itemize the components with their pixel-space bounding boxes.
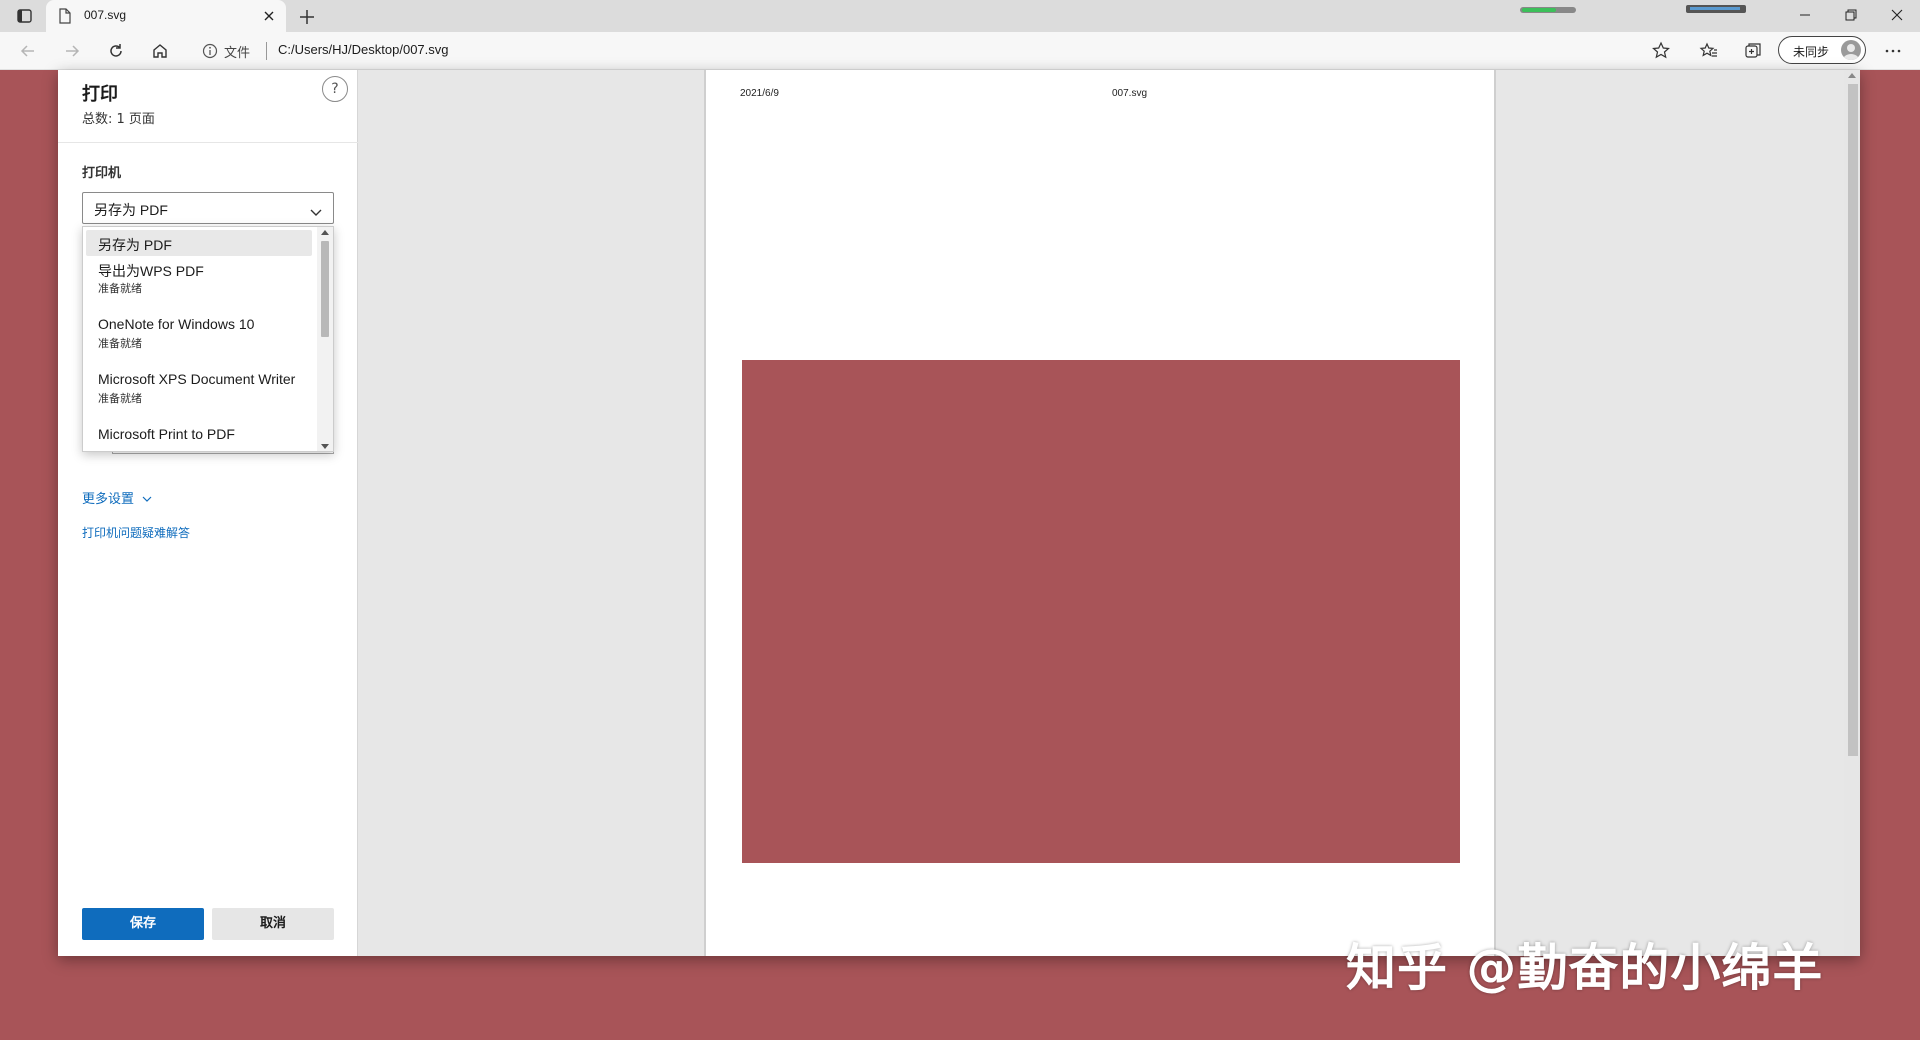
- page-header-filename: 007.svg: [1112, 88, 1148, 99]
- window-close-icon[interactable]: [1874, 0, 1920, 30]
- page-count: 总数: 1 页面: [82, 112, 155, 127]
- print-title: 打印: [82, 84, 118, 105]
- scroll-down-icon[interactable]: [321, 444, 329, 449]
- more-options-icon[interactable]: [1880, 39, 1906, 63]
- avatar-icon: [1841, 40, 1861, 60]
- printer-option[interactable]: Microsoft Print to PDF: [86, 424, 312, 451]
- page-header-date: 2021/6/9: [740, 88, 779, 99]
- forward-icon[interactable]: [60, 39, 84, 63]
- refresh-icon[interactable]: [104, 39, 128, 63]
- address-scheme-label: 文件: [224, 45, 251, 60]
- help-button[interactable]: ?: [322, 76, 348, 102]
- more-settings-link[interactable]: 更多设置: [82, 488, 152, 507]
- printer-option-status: 准备就绪: [98, 392, 142, 405]
- scrollbar-thumb[interactable]: [321, 241, 329, 337]
- tab-close-icon[interactable]: [262, 8, 276, 27]
- printer-select[interactable]: 另存为 PDF: [82, 192, 334, 224]
- address-separator: [266, 42, 267, 60]
- dropdown-scrollbar[interactable]: [317, 227, 333, 451]
- network-indicator: [1520, 0, 1576, 13]
- tab-007-svg[interactable]: 007.svg: [46, 0, 286, 32]
- scroll-up-icon[interactable]: [1848, 73, 1856, 78]
- new-tab-icon[interactable]: [296, 6, 318, 28]
- favorites-icon[interactable]: [1696, 39, 1722, 63]
- scrollbar-thumb[interactable]: [1848, 84, 1858, 756]
- minimize-icon[interactable]: [1782, 0, 1828, 30]
- panel-divider: [58, 142, 358, 143]
- site-info-icon[interactable]: [202, 43, 218, 63]
- tab-actions-icon[interactable]: [12, 6, 36, 26]
- profile-sync-button[interactable]: 未同步: [1778, 36, 1866, 64]
- watermark-text: 知乎 @勤奋的小绵羊: [1346, 939, 1824, 997]
- printer-option-status: 准备就绪: [98, 337, 142, 350]
- printer-select-value: 另存为 PDF: [94, 202, 168, 218]
- home-icon[interactable]: [148, 39, 172, 63]
- meter-indicator: [1686, 0, 1746, 13]
- printer-option-name: 导出为WPS PDF: [98, 263, 204, 279]
- printer-option[interactable]: 另存为 PDF: [86, 230, 312, 256]
- tab-strip: 007.svg: [0, 0, 1920, 32]
- save-button[interactable]: 保存: [82, 908, 204, 940]
- collections-icon[interactable]: [1740, 39, 1766, 63]
- chevron-down-icon: [309, 203, 323, 222]
- printer-label: 打印机: [82, 166, 122, 181]
- print-preview-page: 2021/6/9 007.svg: [704, 70, 1496, 956]
- cancel-button[interactable]: 取消: [212, 908, 334, 940]
- printer-option-status: 准备就绪: [98, 282, 142, 295]
- restore-icon[interactable]: [1828, 0, 1874, 30]
- printer-option-name: 另存为 PDF: [98, 237, 172, 253]
- back-icon[interactable]: [16, 39, 40, 63]
- printer-option-name: Microsoft Print to PDF: [98, 426, 235, 442]
- print-settings-panel: 打印 总数: 1 页面 ? 打印机 另存为 PDF 另存为 PDF 导出为WPS…: [58, 70, 358, 956]
- printer-option[interactable]: OneNote for Windows 10 准备就绪: [86, 314, 312, 358]
- printer-option[interactable]: 导出为WPS PDF 准备就绪: [86, 259, 312, 303]
- file-icon: [58, 8, 72, 28]
- printer-dropdown-list: 另存为 PDF 导出为WPS PDF 准备就绪 OneNote for Wind…: [82, 226, 334, 452]
- scroll-up-icon[interactable]: [321, 230, 329, 235]
- printer-option[interactable]: Microsoft XPS Document Writer 准备就绪: [86, 369, 312, 413]
- printer-option-name: Microsoft XPS Document Writer: [98, 371, 296, 387]
- address-bar-row: 文件 C:/Users/HJ/Desktop/007.svg 未同步: [0, 32, 1920, 70]
- print-dialog: 打印 总数: 1 页面 ? 打印机 另存为 PDF 另存为 PDF 导出为WPS…: [58, 70, 1860, 956]
- preview-scrollbar[interactable]: [1844, 70, 1860, 956]
- more-settings-label: 更多设置: [82, 492, 135, 507]
- tab-title: 007.svg: [84, 8, 127, 22]
- chevron-down-icon: [142, 492, 152, 507]
- add-favorite-icon[interactable]: [1648, 39, 1674, 63]
- sync-status-label: 未同步: [1793, 45, 1830, 59]
- address-url[interactable]: C:/Users/HJ/Desktop/007.svg: [278, 42, 449, 57]
- printer-option-name: OneNote for Windows 10: [98, 316, 255, 332]
- printer-troubleshoot-link[interactable]: 打印机问题疑难解答: [82, 524, 190, 541]
- svg-content-rectangle: [742, 360, 1460, 863]
